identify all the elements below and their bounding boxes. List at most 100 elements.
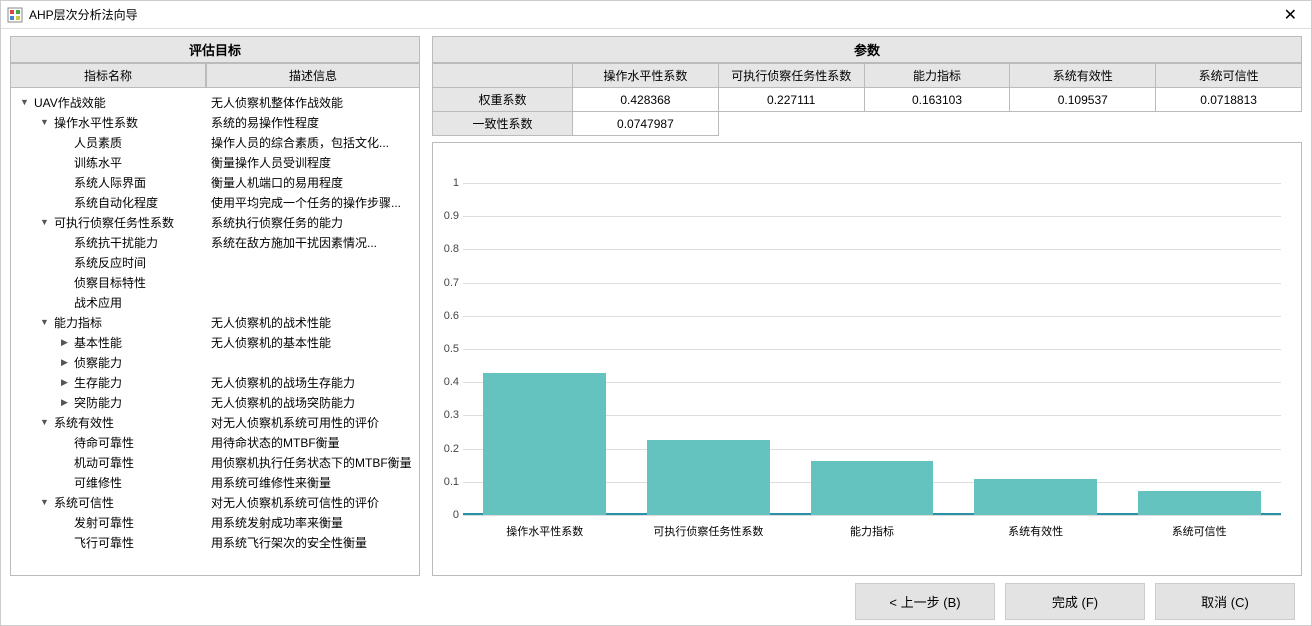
chart-bar [483,373,606,515]
chevron-right-icon[interactable]: ▶ [59,337,70,348]
tree-item-desc: 用侦察机执行任务状态下的MTBF衡量 [207,454,419,471]
tree-row[interactable]: 可维修性 用系统可维修性来衡量 [11,472,419,492]
tree-row[interactable]: 发射可靠性用系统发射成功率来衡量 [11,512,419,532]
chart-area: 00.10.20.30.40.50.60.70.80.91操作水平性系数可执行侦… [432,142,1302,576]
tree-item-label: 机动可靠性 [74,454,134,471]
tree-item-label: 待命可靠性 [74,434,134,451]
tree-row[interactable]: 人员素质 操作人员的综合素质，包括文化... [11,132,419,152]
param-table: 操作水平性系数可执行侦察任务性系数能力指标系统有效性系统可信性权重系数0.428… [432,63,1302,136]
tree-spacer [59,237,70,248]
tree-spacer [59,477,70,488]
tree-item-desc: 系统在敌方施加干扰因素情况... [207,234,419,251]
y-tick-label: 0.1 [435,476,459,488]
tree-item-label: 战术应用 [74,294,122,311]
tree-row[interactable]: ▶基本性能无人侦察机的基本性能 [11,332,419,352]
param-cell: 0.109537 [1010,88,1156,112]
tree-spacer [59,257,70,268]
tree-row[interactable]: 机动可靠性 用侦察机执行任务状态下的MTBF衡量 [11,452,419,472]
chevron-down-icon[interactable]: ▼ [39,497,50,508]
tree-item-desc: 用系统发射成功率来衡量 [207,514,419,531]
x-tick-label: 操作水平性系数 [506,523,583,539]
y-tick-label: 0.2 [435,443,459,455]
chevron-down-icon[interactable]: ▼ [39,117,50,128]
tree-item-desc: 用系统可维修性来衡量 [207,474,419,491]
tree-body[interactable]: ▼UAV作战效能无人侦察机整体作战效能▼操作水平性系数系统的易操作性程度人员素质… [10,88,420,576]
param-cell: 0.0747987 [573,112,719,136]
tree-item-label: 可维修性 [74,474,122,491]
param-col-header: 系统有效性 [1010,64,1156,88]
tree-row[interactable]: 系统抗干扰能力系统在敌方施加干扰因素情况... [11,232,419,252]
tree-item-desc: 无人侦察机的战场突防能力 [207,394,419,411]
y-tick-label: 0.7 [435,277,459,289]
tree-row[interactable]: ▼UAV作战效能无人侦察机整体作战效能 [11,92,419,112]
tree-row[interactable]: 训练水平衡量操作人员受训程度 [11,152,419,172]
chart-bar [647,440,770,515]
tree-item-label: 操作水平性系数 [54,114,138,131]
tree-item-desc: 操作人员的综合素质，包括文化... [207,134,419,151]
tree-item-label: 侦察目标特性 [74,274,146,291]
param-col-header: 能力指标 [864,64,1010,88]
y-tick-label: 0 [435,509,459,521]
tree-spacer [59,177,70,188]
tree-row[interactable]: 战术应用 [11,292,419,312]
tree-item-desc: 无人侦察机的基本性能 [207,334,419,351]
window-title: AHP层次分析法向导 [29,6,1276,23]
tree-item-desc: 系统的易操作性程度 [207,114,419,131]
tree-row[interactable]: ▶生存能力无人侦察机的战场生存能力 [11,372,419,392]
param-cell: 0.163103 [864,88,1010,112]
tree-row[interactable]: 侦察目标特性 [11,272,419,292]
tree-item-label: 侦察能力 [74,354,122,371]
tree-header-row: 指标名称 描述信息 [10,63,420,88]
tree-row[interactable]: 待命可靠性用待命状态的MTBF衡量 [11,432,419,452]
x-tick-label: 可执行侦察任务性系数 [653,523,763,539]
tree-row[interactable]: ▼可执行侦察任务性系数系统执行侦察任务的能力 [11,212,419,232]
chevron-down-icon[interactable]: ▼ [39,417,50,428]
cancel-button[interactable]: 取消 (C) [1155,583,1295,620]
tree-row[interactable]: 系统反应时间 [11,252,419,272]
tree-spacer [59,297,70,308]
tree-row[interactable]: ▼系统可信性对无人侦察机系统可信性的评价 [11,492,419,512]
back-button[interactable]: < 上一步 (B) [855,583,995,620]
chevron-down-icon[interactable]: ▼ [39,317,50,328]
tree-row[interactable]: ▼能力指标无人侦察机的战术性能 [11,312,419,332]
tree-spacer [59,197,70,208]
chevron-down-icon[interactable]: ▼ [39,217,50,228]
y-tick-label: 0.9 [435,210,459,222]
close-icon[interactable]: ✕ [1276,5,1305,25]
chart-inner: 00.10.20.30.40.50.60.70.80.91操作水平性系数可执行侦… [463,183,1281,515]
x-tick-label: 系统可信性 [1172,523,1227,539]
y-tick-label: 0.8 [435,243,459,255]
chevron-right-icon[interactable]: ▶ [59,377,70,388]
param-cell [1156,112,1302,136]
tree-row[interactable]: 系统人际界面 衡量人机端口的易用程度 [11,172,419,192]
tree-item-label: 系统人际界面 [74,174,146,191]
tree-col-desc[interactable]: 描述信息 [206,63,420,88]
tree-row[interactable]: ▶突防能力无人侦察机的战场突防能力 [11,392,419,412]
tree-item-label: 生存能力 [74,374,122,391]
chevron-right-icon[interactable]: ▶ [59,397,70,408]
tree-row[interactable]: ▶ 侦察能力 [11,352,419,372]
finish-button[interactable]: 完成 (F) [1005,583,1145,620]
tree-item-desc: 对无人侦察机系统可用性的评价 [207,414,419,431]
param-cell [1010,112,1156,136]
tree-item-label: 系统反应时间 [74,254,146,271]
tree-row[interactable]: ▼ 操作水平性系数 系统的易操作性程度 [11,112,419,132]
y-tick-label: 1 [435,177,459,189]
tree-col-name[interactable]: 指标名称 [10,63,206,88]
tree-row[interactable]: 飞行可靠性用系统飞行架次的安全性衡量 [11,532,419,552]
tree-row[interactable]: 系统自动化程度使用平均完成一个任务的操作步骤... [11,192,419,212]
tree-item-desc: 用系统飞行架次的安全性衡量 [207,534,419,551]
tree-spacer [59,517,70,528]
x-tick-label: 能力指标 [850,523,894,539]
tree-item-desc: 系统执行侦察任务的能力 [207,214,419,231]
tree-row[interactable]: ▼系统有效性对无人侦察机系统可用性的评价 [11,412,419,432]
chevron-down-icon[interactable]: ▼ [19,97,30,108]
tree-item-desc: 对无人侦察机系统可信性的评价 [207,494,419,511]
tree-item-desc: 衡量人机端口的易用程度 [207,174,419,191]
footer: < 上一步 (B) 完成 (F) 取消 (C) [1,577,1311,625]
param-cell: 0.227111 [718,88,864,112]
tree-item-label: 训练水平 [74,154,122,171]
tree-item-label: 人员素质 [74,134,122,151]
chevron-right-icon[interactable]: ▶ [59,357,70,368]
chart-bar [974,479,1097,515]
